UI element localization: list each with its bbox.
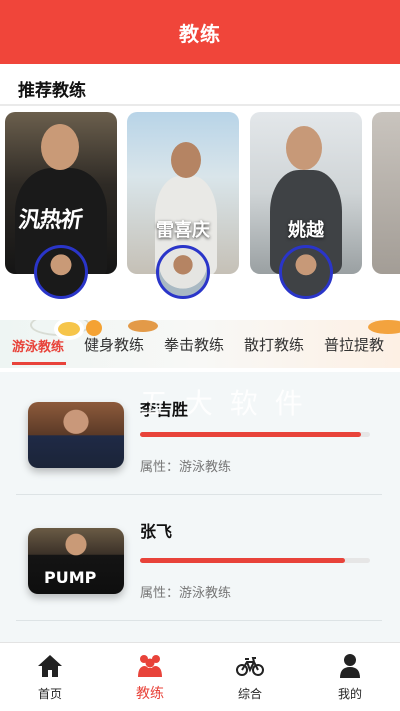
coach-photo: [28, 402, 124, 468]
nav-mine[interactable]: 我的: [300, 643, 400, 711]
nav-mine-label: 我的: [337, 687, 362, 701]
coach-avatar[interactable]: [34, 245, 88, 299]
food-decoration: [368, 320, 400, 334]
list-item[interactable]: PUMP 张飞 属性：游泳教练: [18, 500, 382, 618]
shirt-print: PUMP: [44, 568, 97, 587]
coach-name: 张飞: [140, 522, 173, 541]
recommended-section-title: 推荐教练: [18, 81, 86, 101]
coach-avatar[interactable]: [279, 245, 333, 299]
nav-coach-label: 教练: [136, 686, 164, 702]
category-tab-bar: 游泳教练 健身教练 拳击教练 散打教练 普拉提教: [0, 320, 400, 368]
bicycle-icon: [236, 657, 264, 676]
tab-fitness-coach[interactable]: 健身教练: [84, 334, 144, 355]
coach-card-name: 姚越: [288, 220, 324, 241]
recommended-coach-carousel[interactable]: 汎热祈 雷喜庆 姚越: [0, 112, 400, 302]
divider: [16, 494, 382, 495]
bottom-navigation: 首页 教练 综合 我的: [0, 642, 400, 711]
app-header: 教练: [0, 0, 400, 64]
page-title: 教练: [179, 22, 221, 46]
coach-photo-head: [286, 126, 322, 170]
shirt-print: 汎热祈: [16, 208, 84, 233]
tab-sanda-coach[interactable]: 散打教练: [244, 334, 304, 355]
progress-fill: [140, 558, 345, 563]
bread-decoration: [128, 320, 158, 332]
tab-pilates-coach[interactable]: 普拉提教: [324, 334, 384, 355]
coach-attribute: 属性：游泳教练: [140, 460, 232, 475]
coach-card[interactable]: [372, 112, 400, 274]
section-divider: [0, 104, 400, 106]
nav-coach[interactable]: 教练: [100, 643, 200, 711]
coach-photo: PUMP: [28, 528, 124, 594]
user-icon: [340, 654, 360, 678]
nav-home[interactable]: 首页: [0, 643, 100, 711]
egg-decoration: [58, 322, 80, 336]
progress-bar: [140, 558, 370, 563]
watermark: 五 大 软 件: [140, 387, 307, 420]
divider: [16, 620, 382, 621]
active-tab-indicator: [12, 362, 66, 365]
coach-card-name: 雷喜庆: [156, 220, 210, 241]
tab-swimming-coach[interactable]: 游泳教练: [12, 336, 64, 355]
coach-photo-head: [171, 142, 201, 178]
coach-photo-head: [41, 124, 79, 170]
coach-avatar[interactable]: [156, 245, 210, 299]
nav-general[interactable]: 综合: [200, 643, 300, 711]
home-icon: [38, 655, 62, 677]
tab-boxing-coach[interactable]: 拳击教练: [164, 334, 224, 355]
nav-general-label: 综合: [237, 687, 262, 701]
coach-group-icon: [138, 655, 162, 677]
nav-home-label: 首页: [37, 687, 62, 701]
progress-fill: [140, 432, 361, 437]
coach-attribute: 属性：游泳教练: [140, 586, 232, 601]
progress-bar: [140, 432, 370, 437]
